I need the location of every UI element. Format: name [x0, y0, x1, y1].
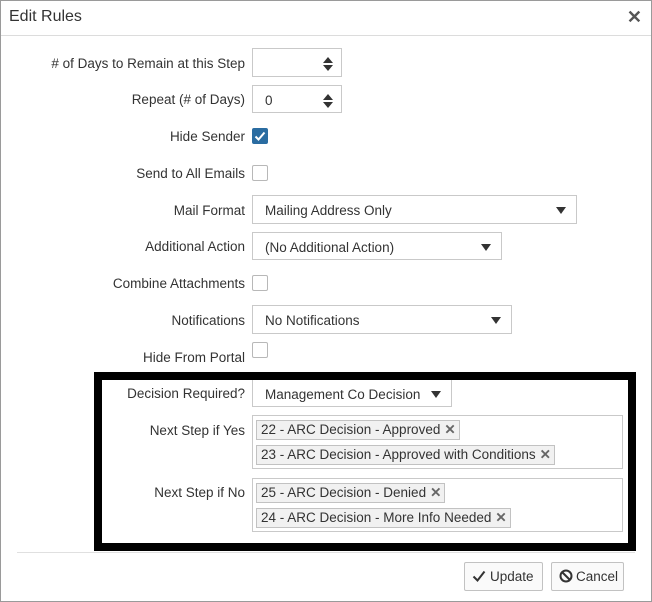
- ban-icon: [559, 569, 573, 586]
- combine-label: Combine Attachments: [112, 276, 245, 291]
- repeat-label: Repeat (# of Days): [131, 92, 245, 107]
- check-icon: [472, 569, 486, 586]
- tag-label: 23 - ARC Decision - Approved with Condit…: [261, 447, 536, 462]
- update-label: Update: [490, 569, 534, 584]
- repeat-value: 0: [265, 93, 273, 108]
- remove-tag-icon[interactable]: ✕: [430, 484, 441, 502]
- next-yes-tag: 22 - ARC Decision - Approved ✕: [256, 420, 460, 440]
- days-input[interactable]: [252, 48, 342, 77]
- remove-tag-icon[interactable]: ✕: [444, 421, 455, 439]
- next-no-tag: 25 - ARC Decision - Denied ✕: [256, 483, 446, 503]
- combine-checkbox[interactable]: [252, 275, 268, 291]
- next-yes-label: Next Step if Yes: [149, 423, 245, 438]
- caret-down-icon: [491, 317, 501, 324]
- tag-label: 25 - ARC Decision - Denied: [261, 485, 427, 500]
- mail-format-label: Mail Format: [173, 203, 245, 218]
- hide-portal-checkbox[interactable]: [252, 342, 268, 358]
- additional-action-select[interactable]: (No Additional Action): [252, 232, 502, 260]
- caret-down-icon: [431, 391, 441, 398]
- next-no-label: Next Step if No: [154, 485, 245, 500]
- remove-tag-icon[interactable]: ✕: [495, 509, 506, 527]
- decision-select[interactable]: Management Co Decision: [252, 379, 452, 407]
- remove-tag-icon[interactable]: ✕: [540, 446, 551, 464]
- notifications-select[interactable]: No Notifications: [252, 305, 512, 334]
- footer-divider: [17, 552, 635, 553]
- additional-action-value: (No Additional Action): [265, 240, 395, 255]
- next-no-multiselect[interactable]: 25 - ARC Decision - Denied ✕ 24 - ARC Dec…: [252, 478, 623, 532]
- next-yes-tag: 23 - ARC Decision - Approved with Condit…: [256, 445, 555, 465]
- mail-format-select[interactable]: Mailing Address Only: [252, 195, 577, 224]
- hide-sender-checkbox[interactable]: [252, 128, 268, 144]
- tag-label: 22 - ARC Decision - Approved: [261, 422, 441, 437]
- cancel-label: Cancel: [576, 569, 619, 584]
- send-all-label: Send to All Emails: [136, 166, 245, 181]
- caret-down-icon: [481, 244, 491, 251]
- days-label: # of Days to Remain at this Step: [51, 56, 245, 71]
- next-no-tag: 24 - ARC Decision - More Info Needed ✕: [256, 508, 511, 528]
- mail-format-value: Mailing Address Only: [265, 203, 392, 218]
- check-icon: [254, 131, 266, 141]
- notifications-value: No Notifications: [265, 313, 360, 328]
- update-button[interactable]: Update: [464, 562, 543, 591]
- decision-label: Decision Required?: [127, 386, 245, 401]
- spinner-arrows-icon[interactable]: [317, 49, 341, 76]
- cancel-button[interactable]: Cancel: [551, 562, 624, 591]
- caret-down-icon: [556, 207, 566, 214]
- edit-rules-dialog: Edit Rules ✕ # of Days to Remain at this…: [0, 0, 652, 602]
- additional-action-label: Additional Action: [145, 239, 245, 254]
- hide-sender-label: Hide Sender: [169, 129, 245, 144]
- close-icon[interactable]: ✕: [627, 7, 642, 27]
- next-yes-multiselect[interactable]: 22 - ARC Decision - Approved ✕ 23 - ARC D…: [252, 415, 623, 469]
- tag-label: 24 - ARC Decision - More Info Needed: [261, 510, 492, 525]
- send-all-checkbox[interactable]: [252, 165, 268, 181]
- decision-value: Management Co Decision: [265, 387, 421, 402]
- repeat-input[interactable]: 0: [252, 85, 342, 113]
- hide-portal-label: Hide From Portal: [142, 350, 245, 365]
- dialog-titlebar: Edit Rules ✕: [1, 1, 651, 36]
- spinner-arrows-icon[interactable]: [317, 86, 341, 112]
- notifications-label: Notifications: [171, 313, 245, 328]
- dialog-title: Edit Rules: [9, 8, 82, 25]
